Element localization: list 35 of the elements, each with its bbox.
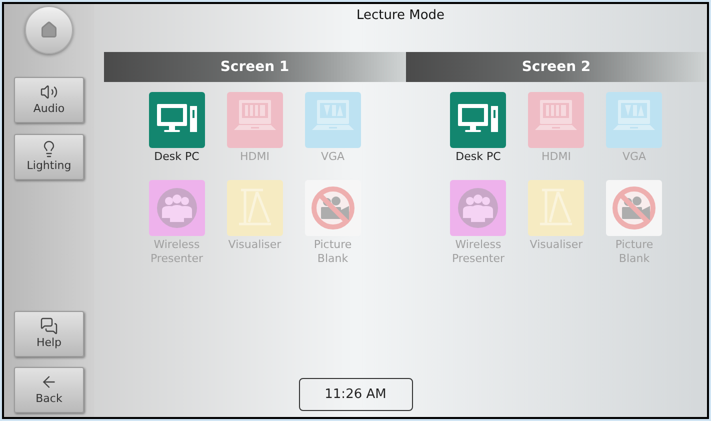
source-button[interactable]: Wireless Presenter: [138, 180, 215, 266]
group-of-people-icon: [148, 180, 205, 236]
back-button[interactable]: Back: [14, 367, 84, 413]
source-button[interactable]: VGA: [294, 92, 371, 164]
page-title: Lecture Mode: [356, 7, 445, 25]
audio-button[interactable]: Audio: [14, 77, 84, 123]
source-button[interactable]: Picture Blank: [596, 180, 672, 266]
source-button[interactable]: Picture Blank: [294, 180, 371, 266]
source-button[interactable]: Visualiser: [518, 180, 594, 266]
source-button[interactable]: HDMI: [518, 92, 594, 164]
lighting-button[interactable]: Lighting: [14, 134, 84, 180]
speech-bubbles-icon: [40, 316, 58, 335]
laptop-icon: [304, 92, 361, 148]
laptop-icon: [606, 92, 662, 148]
no-video-camera-icon: [606, 180, 662, 236]
source-button[interactable]: Wireless Presenter: [440, 180, 516, 266]
group-of-people-icon: [450, 180, 506, 236]
help-button[interactable]: Help: [14, 311, 84, 357]
screen-header: Screen 1: [104, 52, 406, 82]
clock-display: 11:26 AM: [298, 378, 412, 411]
desktop-computer-icon: [148, 92, 205, 148]
source-button[interactable]: Desk PC: [440, 92, 516, 164]
home-button[interactable]: [25, 6, 73, 54]
laptop-icon: [528, 92, 584, 148]
speaker-icon: [40, 82, 58, 101]
laptop-icon: [226, 92, 283, 148]
screen-header: Screen 2: [406, 52, 707, 82]
house-icon: [40, 21, 58, 39]
desktop-computer-icon: [450, 92, 506, 148]
source-button[interactable]: Visualiser: [216, 180, 293, 266]
source-button[interactable]: HDMI: [216, 92, 293, 164]
document-camera-icon: [226, 180, 283, 236]
document-camera-icon: [528, 180, 584, 236]
source-button[interactable]: Desk PC: [138, 92, 215, 164]
source-button[interactable]: VGA: [596, 92, 672, 164]
